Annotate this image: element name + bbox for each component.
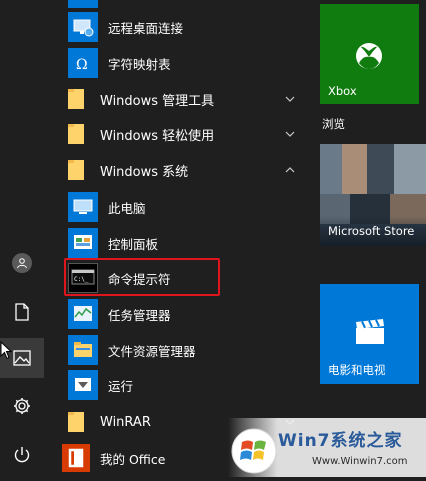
settings-button[interactable]: [0, 386, 44, 426]
documents-button[interactable]: [0, 292, 44, 332]
watermark: Win7系统之家 Www.Winwin7.com: [228, 418, 426, 477]
control-panel-icon: [68, 228, 98, 258]
folder-icon: [62, 407, 90, 437]
list-item-clipped: [68, 0, 98, 8]
app-this-pc[interactable]: 此电脑: [54, 189, 304, 225]
tile-group-title: 浏览: [322, 117, 345, 131]
folder-label: Windows 系统: [100, 164, 189, 180]
gear-icon: [14, 398, 30, 414]
app-control-panel[interactable]: 控制面板: [54, 225, 304, 261]
app-label: 字符映射表: [108, 56, 171, 72]
watermark-url: Www.Winwin7.com: [312, 456, 408, 467]
store-thumbnail: [394, 144, 426, 194]
tile-movies-tv[interactable]: 电影和电视: [320, 284, 419, 384]
mouse-cursor-icon: [0, 341, 12, 360]
app-run[interactable]: 运行: [54, 367, 304, 403]
clapperboard-icon: [356, 319, 384, 344]
tile-xbox[interactable]: Xbox: [320, 4, 419, 104]
document-icon: [15, 303, 29, 321]
app-label: 我的 Office: [100, 451, 166, 467]
folder-windows-system[interactable]: Windows 系统: [54, 152, 304, 188]
folder-icon: [62, 119, 90, 149]
run-icon: [68, 370, 98, 400]
folder-windows-ease-of-access[interactable]: Windows 轻松使用: [54, 116, 304, 152]
user-icon: [12, 253, 32, 273]
folder-icon: [62, 155, 90, 185]
computer-icon: [68, 192, 98, 222]
chevron-down-icon: [285, 131, 295, 137]
app-character-map[interactable]: Ω 字符映射表: [54, 45, 304, 81]
highlight-box: [64, 258, 220, 296]
store-thumbnail: [320, 144, 342, 194]
store-thumbnail: [367, 144, 394, 194]
watermark-brand: Win7系统之家: [278, 431, 403, 451]
power-button[interactable]: [0, 435, 44, 475]
svg-text:Ω: Ω: [76, 57, 88, 73]
folder-label: WinRAR: [100, 414, 151, 430]
app-task-manager[interactable]: 任务管理器: [54, 296, 304, 332]
file-explorer-icon: [68, 335, 98, 365]
tile-label: 电影和电视: [328, 363, 386, 377]
office-icon: [62, 444, 90, 472]
tile-microsoft-store[interactable]: Microsoft Store: [320, 144, 426, 246]
app-list: 远程桌面连接 Ω 字符映射表 Windows 管理工具 Windows 轻松使用…: [54, 0, 304, 477]
app-remote-desktop[interactable]: 远程桌面连接: [54, 9, 304, 45]
folder-windows-admin-tools[interactable]: Windows 管理工具: [54, 81, 304, 117]
character-map-icon: Ω: [68, 48, 98, 78]
chevron-down-icon: [285, 96, 295, 102]
xbox-icon: [356, 43, 382, 69]
tile-label: Xbox: [328, 84, 357, 98]
app-label: 控制面板: [108, 236, 159, 252]
folder-icon: [62, 84, 90, 114]
folder-label: Windows 轻松使用: [100, 128, 215, 144]
chevron-up-icon: [285, 167, 295, 173]
account-button[interactable]: [0, 243, 44, 283]
start-left-rail: [0, 0, 44, 477]
power-icon: [14, 447, 30, 463]
app-label: 运行: [108, 378, 134, 394]
picture-icon: [13, 350, 31, 366]
task-manager-icon: [68, 299, 98, 329]
folder-label: Windows 管理工具: [100, 93, 215, 109]
app-label: 文件资源管理器: [108, 343, 196, 359]
app-label: 此电脑: [108, 200, 146, 216]
app-label: 远程桌面连接: [108, 20, 184, 36]
remote-desktop-icon: [68, 12, 98, 42]
tile-label: Microsoft Store: [328, 224, 415, 238]
store-thumbnail: [342, 144, 367, 194]
app-label: 任务管理器: [108, 307, 171, 323]
app-file-explorer[interactable]: 文件资源管理器: [54, 332, 304, 368]
